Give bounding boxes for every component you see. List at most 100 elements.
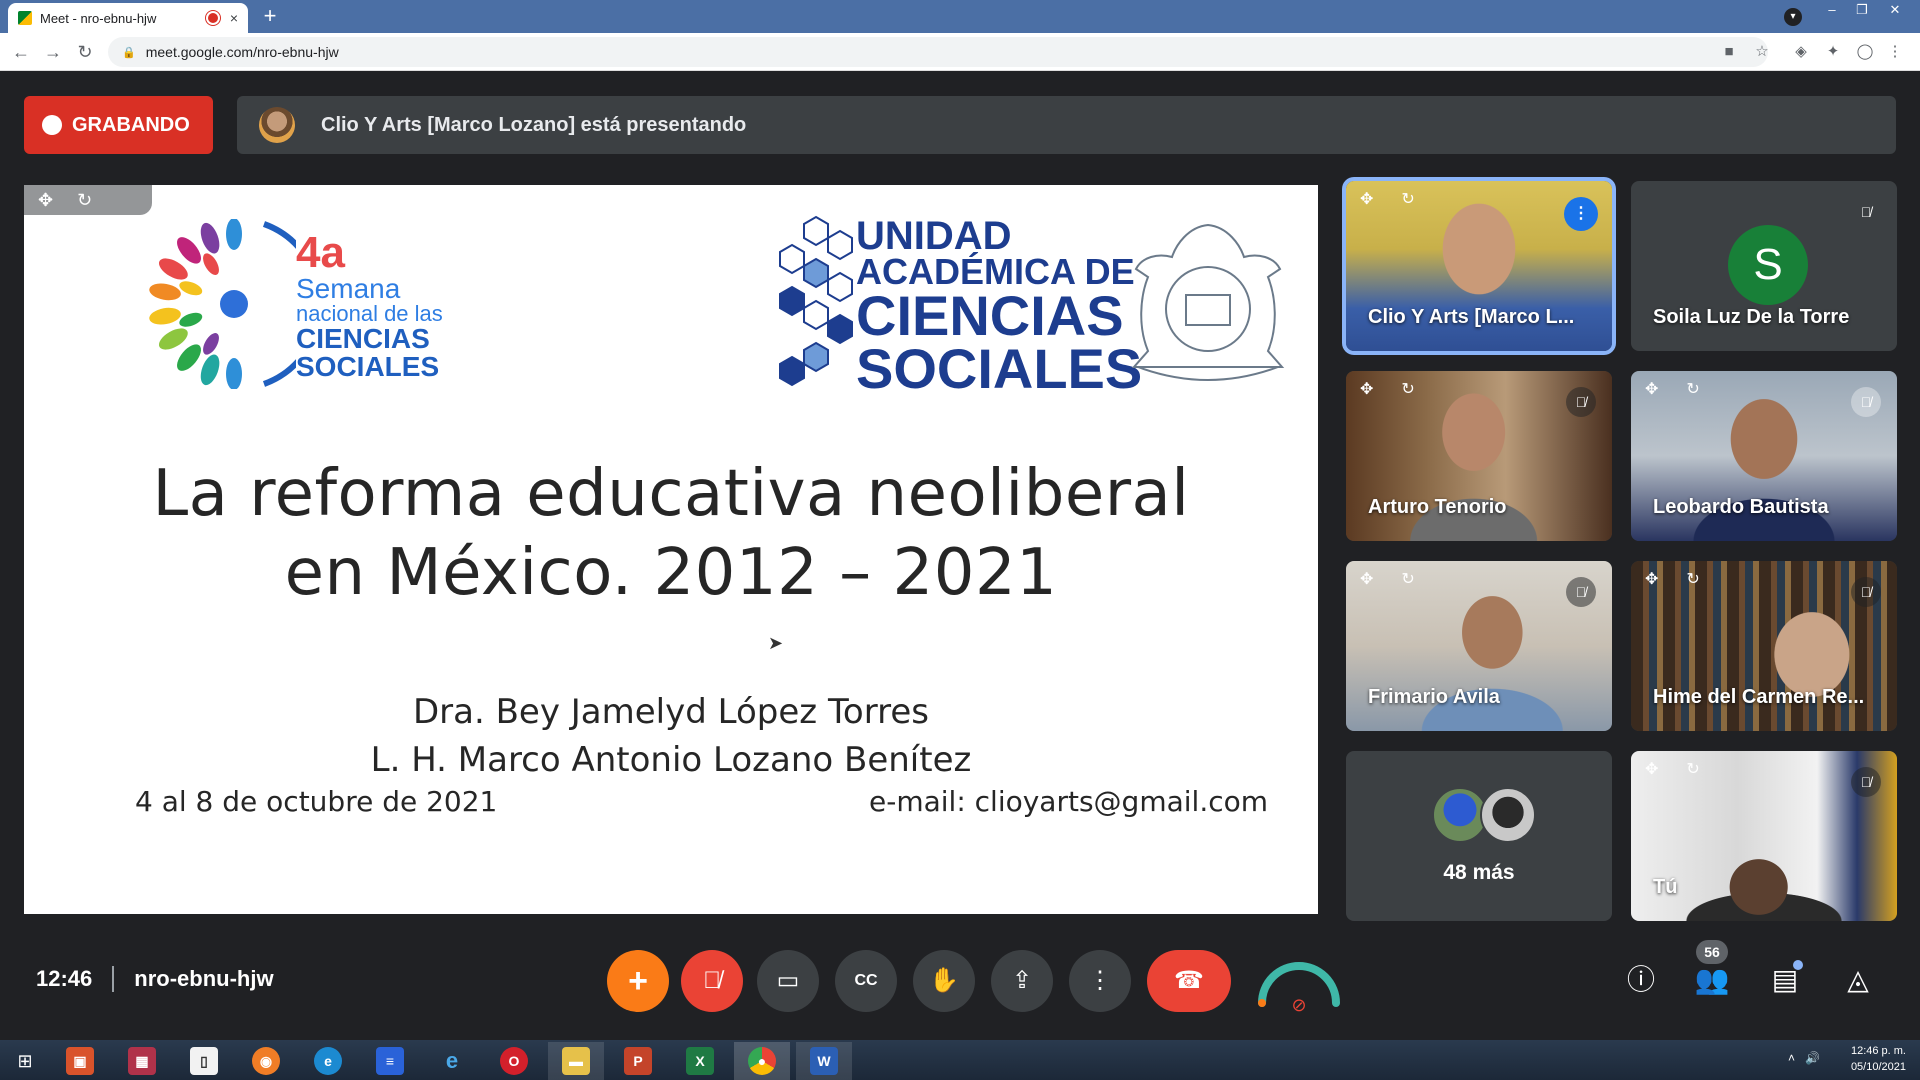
more-participants-tile[interactable]: 48 más	[1346, 751, 1612, 921]
taskbar-excel-icon[interactable]: X	[672, 1042, 728, 1080]
taskbar-powerpoint-icon[interactable]: P	[610, 1042, 666, 1080]
participant-tile[interactable]: S 🎙̸ Soila Luz De la Torre	[1631, 181, 1897, 351]
speaking-indicator-icon: ⋮	[1564, 197, 1598, 231]
meeting-details-icon[interactable]: ⓘ	[1621, 960, 1661, 1000]
meeting-time: 12:46	[36, 966, 93, 991]
lock-icon: 🔒	[122, 46, 136, 59]
uacs-ciencias: CIENCIAS	[856, 284, 1124, 348]
taskbar-app-photos-icon[interactable]: ▣	[52, 1042, 108, 1080]
divider	[112, 966, 115, 992]
taskbar-app-blue-icon[interactable]: ≡	[362, 1042, 418, 1080]
move-tile-icon[interactable]: ✥	[1645, 759, 1658, 779]
slide-author-2: L. H. Marco Antonio Lozano Benítez	[370, 740, 972, 780]
semana-flower-icon	[149, 219, 296, 389]
browser-tab[interactable]: Meet - nro-ebnu-hjw ×	[8, 3, 248, 33]
move-tile-icon[interactable]: ✥	[1645, 379, 1658, 399]
self-tile[interactable]: ✥ ↻ 🎙̸ Tú	[1631, 751, 1897, 921]
profile-icon[interactable]: ◯	[1854, 41, 1876, 63]
people-icon[interactable]: 👥	[1692, 960, 1732, 1000]
move-tile-icon[interactable]: ✥	[1360, 189, 1373, 209]
refresh-icon[interactable]: ↻	[77, 190, 92, 211]
participant-tile[interactable]: ✥ ↻ 🎙̸ Leobardo Bautista	[1631, 371, 1897, 541]
refresh-icon[interactable]: ↻	[1401, 569, 1414, 589]
back-icon[interactable]: ←	[8, 39, 34, 65]
taskbar-word-icon[interactable]: W	[796, 1042, 852, 1080]
avatar: S	[1728, 225, 1808, 305]
move-tile-icon[interactable]: ✥	[1360, 569, 1373, 589]
extension-cube-icon[interactable]: ◈	[1790, 41, 1812, 63]
uacs-logo: UNIDAD ACADÉMICA DE CIENCIAS SOCIALES	[776, 213, 1306, 397]
system-clock[interactable]: 12:46 p. m. 05/10/2021	[1851, 1043, 1906, 1075]
tab-search-icon[interactable]: ▾	[1784, 8, 1802, 26]
refresh-icon[interactable]: ↻	[1686, 759, 1699, 779]
uacs-unidad: UNIDAD	[856, 214, 1012, 258]
move-tile-icon[interactable]: ✥	[1360, 379, 1373, 399]
taskbar-app-grid-icon[interactable]: ▦	[114, 1042, 170, 1080]
participant-name: Clio Y Arts [Marco L...	[1368, 306, 1575, 328]
presentation-slide: ✥ ↻ 4a Semana nacional de las CIENCIAS S…	[24, 185, 1318, 914]
logo-nacional: nacional de las	[296, 301, 443, 326]
taskbar-app-notepad-icon[interactable]: ▯	[176, 1042, 232, 1080]
taskbar-ie-icon[interactable]: e	[424, 1042, 480, 1080]
leave-call-button[interactable]: ☎	[1147, 950, 1231, 1012]
camera-in-use-icon[interactable]: ■	[1718, 41, 1740, 63]
camera-toggle-button[interactable]: ▭	[757, 950, 819, 1012]
recording-badge: GRABANDO	[24, 96, 213, 154]
mic-toggle-button[interactable]: 🎙̸	[681, 950, 743, 1012]
address-bar[interactable]: 🔒 meet.google.com/nro-ebnu-hjw	[108, 37, 1768, 67]
slide-controls: ✥ ↻	[24, 185, 152, 215]
hexagon-pattern-icon	[779, 215, 853, 387]
university-seal-icon	[1131, 223, 1285, 381]
extensions-puzzle-icon[interactable]: ✦	[1822, 41, 1844, 63]
present-screen-button[interactable]: ⇪	[991, 950, 1053, 1012]
chat-notification-dot	[1793, 960, 1803, 970]
forward-icon[interactable]: →	[40, 39, 66, 65]
participant-name: Arturo Tenorio	[1368, 496, 1507, 518]
slide-date: 4 al 8 de octubre de 2021	[135, 785, 498, 818]
maximize-button[interactable]: ❐	[1847, 0, 1877, 33]
tab-close-button[interactable]: ×	[230, 10, 238, 26]
captions-button[interactable]: CC	[835, 950, 897, 1012]
slide-authors: Dra. Bey Jamelyd López Torres L. H. Marc…	[24, 688, 1318, 784]
semana-logo: 4a Semana nacional de las CIENCIAS SOCIA…	[106, 219, 486, 389]
taskbar-chrome-icon[interactable]: ●	[734, 1042, 790, 1080]
url-text: meet.google.com/nro-ebnu-hjw	[145, 44, 339, 60]
participant-tile[interactable]: ✥ ↻ ⋮ Clio Y Arts [Marco L...	[1346, 181, 1612, 351]
add-button[interactable]: +	[607, 950, 669, 1012]
participant-tile[interactable]: ✥ ↻ 🎙̸ Arturo Tenorio	[1346, 371, 1612, 541]
bookmark-star-icon[interactable]: ☆	[1751, 41, 1773, 63]
refresh-icon[interactable]: ↻	[1686, 379, 1699, 399]
refresh-icon[interactable]: ↻	[1401, 379, 1414, 399]
more-participants-avatars	[1432, 787, 1536, 843]
reload-icon[interactable]: ↻	[72, 39, 98, 65]
system-tray[interactable]: ˄ 🔊	[1788, 1051, 1820, 1065]
raise-hand-button[interactable]: ✋	[913, 950, 975, 1012]
participant-name: Leobardo Bautista	[1653, 496, 1829, 518]
participant-name: Soila Luz De la Torre	[1653, 306, 1850, 328]
tab-title: Meet - nro-ebnu-hjw	[40, 10, 157, 26]
participant-tile[interactable]: ✥ ↻ 🎙̸ Frimario Avila	[1346, 561, 1612, 731]
minimize-button[interactable]: –	[1817, 0, 1847, 33]
new-tab-button[interactable]: +	[258, 5, 282, 29]
participant-tile[interactable]: ✥ ↻ 🎙̸ Hime del Carmen Re...	[1631, 561, 1897, 731]
refresh-icon[interactable]: ↻	[1401, 189, 1414, 209]
presenter-avatar	[259, 107, 295, 143]
move-tile-icon[interactable]: ✥	[1645, 569, 1658, 589]
move-tile-icon[interactable]: ✥	[38, 190, 53, 211]
browser-menu-icon[interactable]: ⋮	[1884, 41, 1906, 63]
logo-semana: Semana	[296, 273, 401, 304]
mic-off-icon: 🎙̸	[1851, 767, 1881, 797]
taskbar-opera-icon[interactable]: O	[486, 1042, 542, 1080]
more-participants-label: 48 más	[1443, 861, 1515, 884]
taskbar-explorer-icon[interactable]: ▬	[548, 1042, 604, 1080]
activities-icon[interactable]: ◬	[1838, 960, 1878, 1000]
windows-start-icon[interactable]: ⊞	[0, 1042, 50, 1080]
more-options-button[interactable]: ⋮	[1069, 950, 1131, 1012]
windows-taskbar: ⊞ ▣ ▦ ▯ ◉ e ≡ e O ▬ P X ● W ˄ 🔊 12:46 p.…	[0, 1040, 1920, 1080]
refresh-icon[interactable]: ↻	[1686, 569, 1699, 589]
recording-indicator-icon	[207, 13, 218, 23]
close-window-button[interactable]: ✕	[1880, 0, 1910, 33]
taskbar-firefox-icon[interactable]: ◉	[238, 1042, 294, 1080]
system-date: 05/10/2021	[1850, 1061, 1906, 1073]
taskbar-edge-icon[interactable]: e	[300, 1042, 356, 1080]
